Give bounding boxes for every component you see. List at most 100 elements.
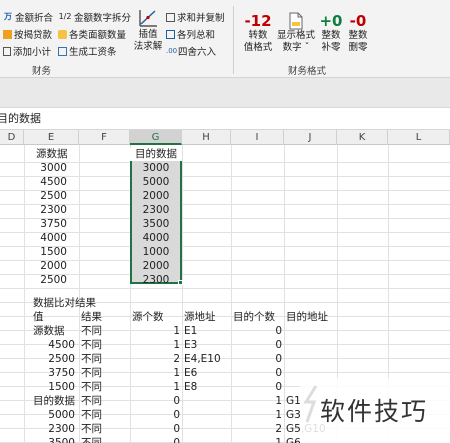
source-value-cell[interactable]: 2000 xyxy=(24,260,67,273)
compare-row-3-source-count[interactable]: 1 xyxy=(130,367,180,380)
compare-row-1-value[interactable]: 4500 xyxy=(24,339,75,352)
sum-copy-button[interactable]: 求和并复制 xyxy=(166,10,225,24)
compare-row-7-source-address[interactable] xyxy=(184,423,230,436)
column-header-l[interactable]: L xyxy=(388,130,450,145)
target-header[interactable]: 目的数据 xyxy=(130,148,182,161)
source-value-cell[interactable]: 4500 xyxy=(24,176,67,189)
compare-row-0-target-count[interactable]: 0 xyxy=(231,325,282,338)
minus-12-icon: -12 xyxy=(244,12,272,30)
payslip-button[interactable]: 生成工资条 xyxy=(58,44,117,58)
compare-row-8-source-count[interactable]: 0 xyxy=(130,437,180,443)
compare-row-6-value[interactable]: 5000 xyxy=(24,409,75,422)
compare-row-3-target-count[interactable]: 0 xyxy=(231,367,282,380)
amount-split-button[interactable]: 1/2 金额数字拆分 xyxy=(58,10,131,24)
compare-row-3-source-address[interactable]: E6 xyxy=(184,367,230,380)
column-header-j[interactable]: J xyxy=(284,130,337,145)
column-header-d[interactable]: D xyxy=(0,130,24,145)
compare-row-2-value[interactable]: 2500 xyxy=(24,353,75,366)
compare-row-1-source-address[interactable]: E3 xyxy=(184,339,230,352)
compare-header-result[interactable]: 结果 xyxy=(81,311,102,324)
interpolation-button[interactable]: 插值 法求解 xyxy=(132,7,164,53)
display-format-button[interactable]: 显示格式 数字 ˇ xyxy=(275,12,317,54)
target-value-cell[interactable]: 1000 xyxy=(130,246,182,259)
compare-title[interactable]: 数据比对结果 xyxy=(33,297,96,310)
compare-row-3-value[interactable]: 3750 xyxy=(24,367,75,380)
sum-copy-icon xyxy=(166,12,175,22)
rounding-button[interactable]: .00 四舍六入 xyxy=(166,44,216,58)
compare-row-2-source-count[interactable]: 2 xyxy=(130,353,180,366)
compare-row-2-target-count[interactable]: 0 xyxy=(231,353,282,366)
target-value-cell[interactable]: 2300 xyxy=(130,204,182,217)
compare-row-0-value[interactable]: 源数据 xyxy=(33,325,79,338)
compare-row-7-result[interactable]: 不同 xyxy=(81,423,129,436)
compare-row-4-value[interactable]: 1500 xyxy=(24,381,75,394)
compare-header-target-count[interactable]: 目的个数 xyxy=(233,311,275,324)
source-header[interactable]: 源数据 xyxy=(36,148,68,161)
compare-row-6-result[interactable]: 不同 xyxy=(81,409,129,422)
target-value-cell[interactable]: 2000 xyxy=(130,260,182,273)
compare-row-1-result[interactable]: 不同 xyxy=(81,339,129,352)
compare-row-0-source-address[interactable]: E1 xyxy=(184,325,197,338)
source-value-cell[interactable]: 4000 xyxy=(24,232,67,245)
compare-header-value[interactable]: 值 xyxy=(33,311,44,324)
compare-row-3-result[interactable]: 不同 xyxy=(81,367,129,380)
column-header-e[interactable]: E xyxy=(24,130,79,145)
compare-row-8-target-count[interactable]: 1 xyxy=(231,437,282,443)
source-value-cell[interactable]: 2500 xyxy=(24,274,67,287)
compare-row-6-source-address[interactable] xyxy=(184,409,230,422)
denomination-count-button[interactable]: 各类面额数量 xyxy=(58,27,126,41)
target-value-cell[interactable]: 2300 xyxy=(130,274,182,287)
compare-header-source-count[interactable]: 源个数 xyxy=(132,311,164,324)
compare-row-7-source-count[interactable]: 0 xyxy=(130,423,180,436)
compare-row-0-source-count[interactable]: 1 xyxy=(130,325,180,338)
compare-row-8-source-address[interactable] xyxy=(184,437,230,443)
target-value-cell[interactable]: 2000 xyxy=(130,190,182,203)
add-subtotal-button[interactable]: 添加小计 xyxy=(3,44,51,58)
compare-row-7-value[interactable]: 2300 xyxy=(24,423,75,436)
compare-row-0-target-address[interactable] xyxy=(286,325,336,338)
compare-row-6-source-count[interactable]: 0 xyxy=(130,409,180,422)
column-header-k[interactable]: K xyxy=(337,130,388,145)
compare-row-1-target-count[interactable]: 0 xyxy=(231,339,282,352)
mortgage-button[interactable]: 按揭贷款 xyxy=(3,27,52,41)
column-header-g[interactable]: G xyxy=(130,130,182,145)
compare-row-6-target-count[interactable]: 1 xyxy=(231,409,282,422)
compare-header-target-address[interactable]: 目的地址 xyxy=(286,311,328,324)
compare-row-2-target-address[interactable] xyxy=(286,353,336,366)
compare-header-source-address[interactable]: 源地址 xyxy=(184,311,216,324)
amount-convert-button[interactable]: 万 金额折合 xyxy=(3,10,53,24)
compare-row-4-source-address[interactable]: E8 xyxy=(184,381,230,394)
remove-zero-button[interactable]: -0 整数 删零 xyxy=(342,12,374,54)
convert-number-format-button[interactable]: -12 转数 值格式 xyxy=(240,12,276,54)
compare-row-7-target-count[interactable]: 2 xyxy=(231,423,282,436)
column-header-i[interactable]: I xyxy=(231,130,284,145)
compare-row-0-result[interactable]: 不同 xyxy=(81,325,129,338)
compare-row-1-target-address[interactable] xyxy=(286,339,336,352)
compare-row-5-value[interactable]: 目的数据 xyxy=(33,395,79,408)
source-value-cell[interactable]: 3000 xyxy=(24,162,67,175)
compare-row-5-source-count[interactable]: 0 xyxy=(130,395,180,408)
compare-row-2-source-address[interactable]: E4,E10 xyxy=(184,353,230,366)
source-value-cell[interactable]: 3750 xyxy=(24,218,67,231)
compare-row-2-result[interactable]: 不同 xyxy=(81,353,129,366)
source-value-cell[interactable]: 2300 xyxy=(24,204,67,217)
source-value-cell[interactable]: 2500 xyxy=(24,190,67,203)
compare-row-5-target-count[interactable]: 1 xyxy=(231,395,282,408)
target-value-cell[interactable]: 3500 xyxy=(130,218,182,231)
compare-row-4-target-count[interactable]: 0 xyxy=(231,381,282,394)
compare-row-5-source-address[interactable] xyxy=(184,395,230,408)
target-value-cell[interactable]: 5000 xyxy=(130,176,182,189)
column-header-f[interactable]: F xyxy=(79,130,130,145)
source-value-cell[interactable]: 1500 xyxy=(24,246,67,259)
compare-row-8-result[interactable]: 不同 xyxy=(81,437,129,443)
compare-row-5-result[interactable]: 不同 xyxy=(81,395,129,408)
target-value-cell[interactable]: 3000 xyxy=(130,162,182,175)
column-header-h[interactable]: H xyxy=(182,130,231,145)
compare-row-8-value[interactable]: 3500 xyxy=(24,437,75,443)
compare-row-4-source-count[interactable]: 1 xyxy=(130,381,180,394)
target-value-cell[interactable]: 4000 xyxy=(130,232,182,245)
column-sum-button[interactable]: 各列总和 xyxy=(166,27,215,41)
compare-row-1-source-count[interactable]: 1 xyxy=(130,339,180,352)
compare-row-4-result[interactable]: 不同 xyxy=(81,381,129,394)
formula-bar[interactable]: 目的数据 xyxy=(0,108,450,130)
